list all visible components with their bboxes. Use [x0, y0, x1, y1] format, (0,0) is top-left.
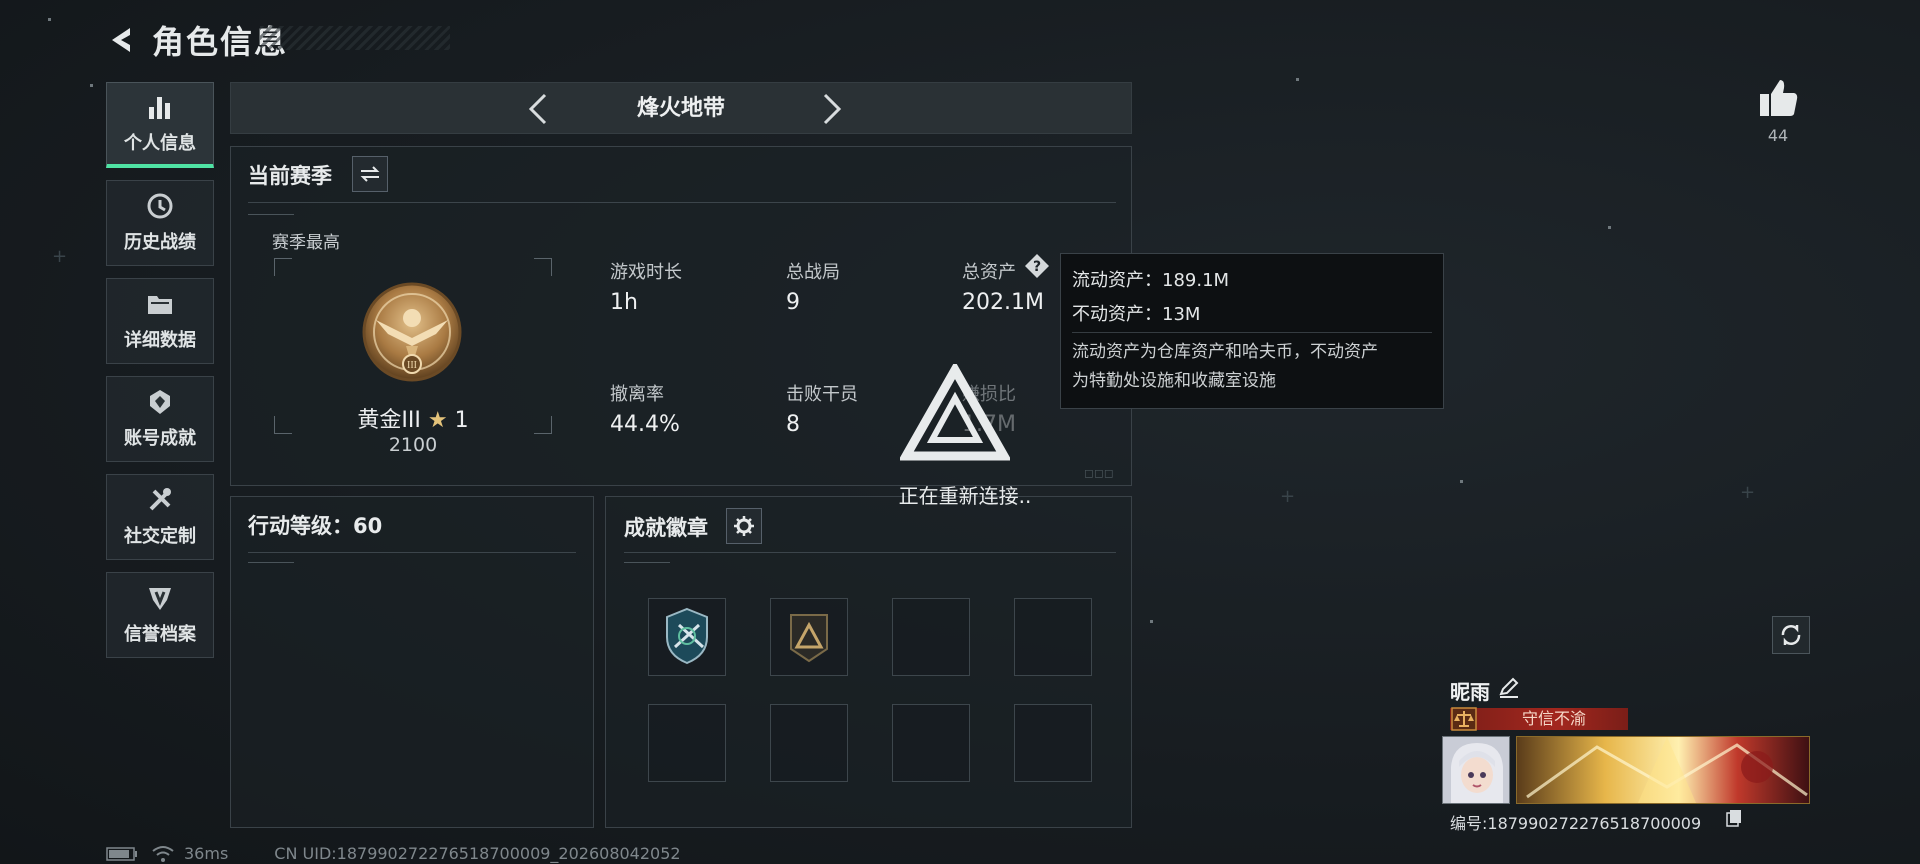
shield-icon: [149, 588, 171, 610]
golden-dragon-banner-icon: [1517, 737, 1809, 803]
sidebar-item-label: 社交定制: [124, 526, 196, 547]
player-id: 编号:187990272276518700009: [1450, 814, 1702, 833]
divider: [248, 552, 576, 553]
sidebar-item-personal-info[interactable]: 个人信息: [106, 82, 214, 168]
sidebar-item-label: 详细数据: [124, 330, 196, 351]
tooltip-fixed-assets: 不动资产：13M: [1072, 304, 1201, 325]
avatar[interactable]: [1442, 736, 1510, 804]
help-icon[interactable]: ?: [1024, 253, 1050, 279]
star-icon: ★: [427, 408, 448, 433]
bar-chart-icon: [149, 96, 170, 119]
divider-accent: [624, 562, 670, 563]
back-arrow-icon[interactable]: [106, 23, 140, 57]
achievement-badges-label: 成就徽章: [624, 516, 708, 540]
sidebar-item-detailed-data[interactable]: 详细数据: [106, 278, 214, 364]
name-card-banner[interactable]: [1516, 736, 1810, 804]
stat-value: 1h: [610, 290, 638, 315]
refresh-icon: [1781, 625, 1801, 645]
badge-slot[interactable]: [1014, 598, 1092, 676]
season-best-label: 赛季最高: [272, 233, 340, 253]
rank-name: 黄金III: [357, 408, 421, 433]
like-count: 44: [1767, 126, 1789, 145]
badge-slot[interactable]: [648, 704, 726, 782]
thumbs-up-icon[interactable]: [1756, 76, 1800, 120]
stat-label: 击败干员: [786, 384, 858, 405]
refresh-button[interactable]: [1772, 616, 1810, 654]
svg-text:?: ?: [1033, 259, 1041, 275]
tooltip-note-line1: 流动资产为仓库资产和哈夫币，不动资产: [1072, 342, 1378, 362]
folder-icon: [148, 296, 172, 314]
battery-icon: [106, 846, 137, 861]
ping-value: 36ms: [184, 844, 229, 863]
stat-value: 8: [786, 412, 800, 437]
stat-value: 44.4%: [610, 412, 680, 437]
chevron-right-icon[interactable]: [813, 91, 849, 127]
sidebar-item-label: 信誉档案: [124, 624, 196, 645]
rank-score: 2100: [388, 434, 438, 456]
assets-tooltip: 流动资产：189.1M 不动资产：13M 流动资产为仓库资产和哈夫币，不动资产 …: [1060, 253, 1444, 409]
achievement-icon: [150, 390, 170, 414]
divider-accent: [248, 562, 294, 563]
sidebar-item-achievements[interactable]: 账号成就: [106, 376, 214, 462]
player-nickname: 昵雨: [1450, 680, 1490, 704]
rank-stars: 1: [454, 408, 469, 433]
badge-slot[interactable]: [892, 704, 970, 782]
badge-slot[interactable]: [1014, 704, 1092, 782]
sidebar-item-label: 个人信息: [124, 132, 196, 154]
svg-text:III: III: [407, 360, 417, 371]
season-label: 当前赛季: [248, 164, 332, 188]
shield-badge-icon: [666, 607, 708, 665]
tooltip-note-line2: 为特勤处设施和收藏室设施: [1072, 371, 1276, 391]
mode-title: 烽火地带: [636, 96, 725, 121]
swap-button[interactable]: [352, 156, 388, 192]
badge-slot[interactable]: [770, 704, 848, 782]
stat-value: 9: [786, 290, 800, 315]
copy-icon[interactable]: [1726, 809, 1742, 827]
sidebar-item-label: 历史战绩: [124, 232, 196, 253]
gear-icon: [734, 516, 754, 536]
sidebar-item-history[interactable]: 历史战绩: [106, 180, 214, 266]
title-decoration: [260, 26, 450, 50]
player-title: 守信不渝: [1521, 709, 1586, 728]
divider-accent: [248, 214, 294, 215]
triangle-badge-icon: [790, 614, 828, 663]
reconnect-status: 正在重新连接..: [898, 484, 1032, 508]
badge-settings-button[interactable]: [726, 508, 762, 544]
uid-text: CN UID:187990272276518700009_20260804205…: [274, 844, 681, 863]
divider: [248, 202, 1116, 203]
stat-label: 总资产: [962, 262, 1016, 283]
wifi-icon: [152, 845, 174, 862]
action-level-label: 行动等级：60: [248, 514, 383, 538]
status-bar: 36ms CN UID:187990272276518700009_202608…: [106, 844, 681, 863]
stat-label: 撤离率: [610, 384, 664, 405]
tooltip-liquid-assets: 流动资产：189.1M: [1072, 270, 1230, 291]
badge-slot[interactable]: [770, 598, 848, 676]
badge-slot[interactable]: [648, 598, 726, 676]
mode-selector: 烽火地带: [230, 82, 1132, 134]
sidebar-item-social[interactable]: 社交定制: [106, 474, 214, 560]
avatar-portrait-icon: [1443, 737, 1509, 803]
tooltip-divider: [1072, 332, 1432, 333]
panel-corner-deco: ◻◻◻: [1084, 466, 1114, 480]
scales-emblem-icon: [1451, 707, 1477, 731]
level-panel: [230, 496, 594, 828]
stat-label: 游戏时长: [610, 262, 682, 283]
stat-label: 总战局: [786, 262, 840, 283]
stat-value: 202.1M: [962, 290, 1044, 315]
tools-icon: [149, 488, 171, 511]
swap-icon: [360, 166, 380, 182]
loading-triangle-icon: [900, 364, 1010, 461]
rank-name-row: 黄金III ★ 1: [274, 402, 552, 434]
clock-icon: [147, 193, 173, 219]
gold-rank-emblem-icon: III: [362, 282, 462, 382]
divider: [624, 552, 1116, 553]
badge-slot[interactable]: [892, 598, 970, 676]
sidebar-item-label: 账号成就: [124, 428, 196, 449]
edit-pencil-icon[interactable]: [1498, 676, 1520, 698]
sidebar-item-reputation[interactable]: 信誉档案: [106, 572, 214, 658]
